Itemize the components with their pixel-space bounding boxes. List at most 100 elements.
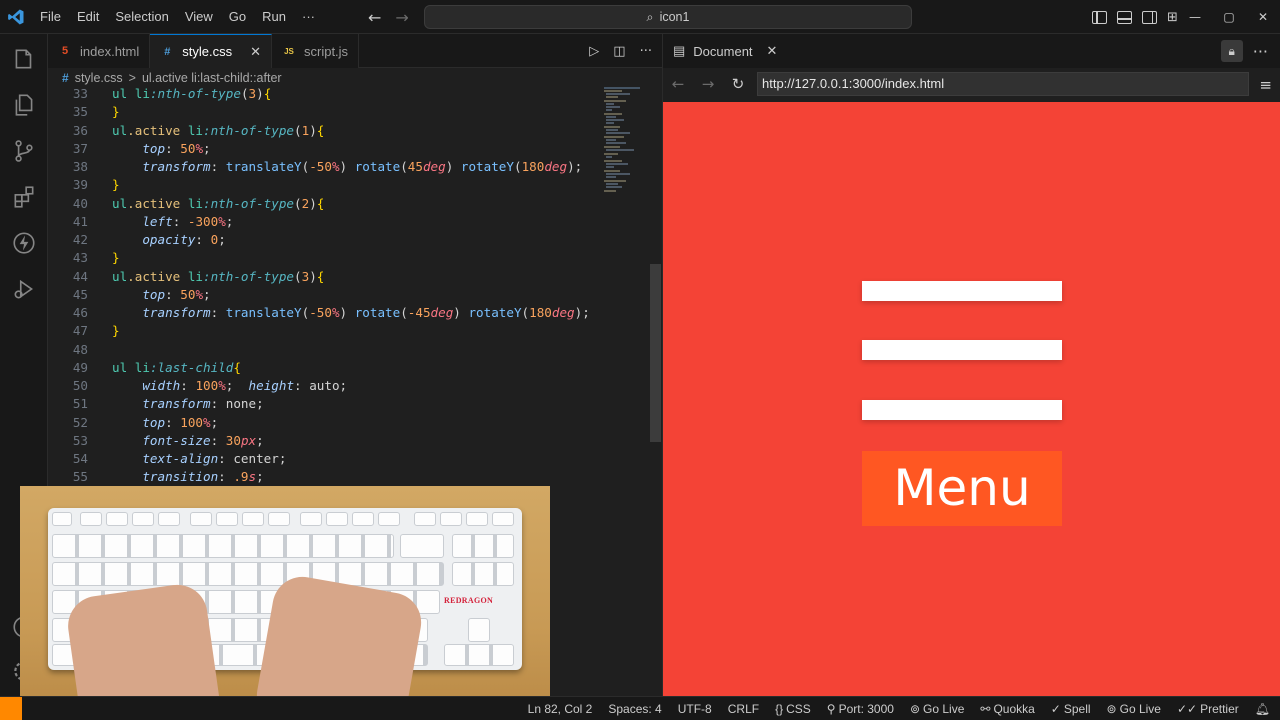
customize-layout-icon[interactable]: ⊞ xyxy=(1167,10,1178,25)
code-line: 46 transform: translateY(-50%) rotate(-4… xyxy=(48,304,600,322)
status-items: Ln 82, Col 2 Spaces: 4 UTF-8 CRLF {} CSS … xyxy=(528,697,1270,720)
remote-indicator[interactable] xyxy=(0,697,22,720)
explorer-files-icon[interactable] xyxy=(0,82,48,128)
prettier-label: Prettier xyxy=(1200,702,1239,716)
menu-more[interactable]: ··· xyxy=(294,0,323,34)
prettier-button[interactable]: ✓✓ Prettier xyxy=(1177,702,1239,716)
code-line: 52 top: 100%; xyxy=(48,414,600,432)
line-number: 50 xyxy=(72,378,88,393)
command-center-text: icon1 xyxy=(659,10,690,24)
back-arrow-icon[interactable]: ← xyxy=(368,8,381,27)
back-arrow-icon[interactable]: ← xyxy=(663,75,693,93)
menu-selection[interactable]: Selection xyxy=(107,0,176,34)
menu-go[interactable]: Go xyxy=(221,0,254,34)
indentation[interactable]: Spaces: 4 xyxy=(608,702,661,716)
key xyxy=(80,512,102,526)
check-icon: ✓ xyxy=(1050,702,1061,716)
toggle-panel-icon[interactable] xyxy=(1117,10,1132,24)
end-of-line[interactable]: CRLF xyxy=(728,702,759,716)
vscode-logo-icon xyxy=(0,0,32,34)
title-bar: File Edit Selection View Go Run ··· ← → … xyxy=(0,0,1280,34)
forward-arrow-icon[interactable]: → xyxy=(693,75,723,93)
menu-edit[interactable]: Edit xyxy=(69,0,107,34)
breadcrumb-file[interactable]: style.css xyxy=(75,71,123,85)
line-number: 38 xyxy=(72,159,88,174)
minimap[interactable] xyxy=(600,85,650,285)
minimize-button[interactable]: — xyxy=(1178,0,1212,34)
thunder-client-icon[interactable] xyxy=(0,220,48,266)
line-number: 35 xyxy=(72,104,88,120)
command-center-search[interactable]: ⌕ icon1 xyxy=(424,5,912,29)
line-number: 36 xyxy=(72,122,88,138)
line-number: 42 xyxy=(72,232,88,247)
line-number: 48 xyxy=(72,341,88,357)
quokka-button[interactable]: ⚯ Quokka xyxy=(980,702,1034,716)
line-number: 44 xyxy=(72,268,88,284)
breadcrumb-symbol[interactable]: ul.active li:last-child::after xyxy=(142,71,282,85)
layout-controls: ⊞ xyxy=(1092,0,1178,34)
tab-label: index.html xyxy=(80,43,140,59)
keyboard-camera-overlay: REDRAGON xyxy=(20,486,550,720)
language-mode[interactable]: {} CSS xyxy=(775,702,811,716)
go-live-button-2[interactable]: ⊚ Go Live xyxy=(1107,702,1161,716)
browser-viewport: Menu xyxy=(663,102,1280,696)
tab-style-css[interactable]: # style.css ✕ xyxy=(150,34,272,68)
run-debug-icon[interactable] xyxy=(0,266,48,312)
code-line: 50 width: 100%; height: auto; xyxy=(48,377,600,395)
code-line: 38 transform: translateY(-50%) rotate(45… xyxy=(48,158,600,176)
browser-tab-document[interactable]: ▤ Document ✕ xyxy=(663,34,787,68)
key xyxy=(300,512,322,526)
close-icon[interactable]: ✕ xyxy=(250,44,261,60)
run-file-icon[interactable]: ▷ xyxy=(589,44,599,59)
line-number: 41 xyxy=(72,213,88,229)
key xyxy=(268,512,290,526)
menu-icon[interactable]: ≡ xyxy=(1259,76,1272,94)
spell-label: Spell xyxy=(1063,702,1091,716)
spell-button[interactable]: ✓ Spell xyxy=(1051,702,1091,716)
explorer-icon[interactable] xyxy=(0,36,48,82)
key xyxy=(242,512,264,526)
quokka-label: Quokka xyxy=(993,702,1035,716)
cursor-position[interactable]: Ln 82, Col 2 xyxy=(528,702,593,716)
line-number: 39 xyxy=(72,177,88,193)
split-editor-icon[interactable]: ◫ xyxy=(613,44,625,59)
extensions-icon[interactable] xyxy=(0,174,48,220)
menu-file[interactable]: File xyxy=(32,0,69,34)
toggle-secondary-sidebar-icon[interactable] xyxy=(1142,10,1157,24)
double-check-icon: ✓✓ xyxy=(1176,702,1198,716)
browser-tab-actions: 🔒︎ ··· xyxy=(1220,40,1268,62)
menu-run[interactable]: Run xyxy=(254,0,294,34)
more-actions-icon[interactable]: ··· xyxy=(640,44,652,59)
encoding[interactable]: UTF-8 xyxy=(678,702,712,716)
toggle-primary-sidebar-icon[interactable] xyxy=(1092,10,1107,24)
url-input[interactable]: http://127.0.0.1:3000/index.html xyxy=(757,72,1249,96)
css-file-icon: # xyxy=(62,71,69,85)
hamburger-bar[interactable] xyxy=(862,340,1062,360)
key-arrow-up xyxy=(468,618,490,642)
maximize-button[interactable]: ▢ xyxy=(1212,0,1246,34)
more-actions-icon[interactable]: ··· xyxy=(1253,42,1268,61)
tab-script-js[interactable]: JS script.js xyxy=(272,34,360,68)
lock-icon[interactable]: 🔒︎ xyxy=(1220,40,1243,62)
reload-icon[interactable]: ↻ xyxy=(723,75,753,93)
notifications-bell-icon[interactable]: 🔔︎ xyxy=(1255,702,1270,716)
hamburger-bar[interactable] xyxy=(862,400,1062,420)
code-line: 42 opacity: 0; xyxy=(48,231,600,249)
go-live-button[interactable]: ⊚ Go Live xyxy=(910,702,964,716)
source-control-icon[interactable] xyxy=(0,128,48,174)
editor-scrollbar-thumb[interactable] xyxy=(650,264,661,442)
menu-view[interactable]: View xyxy=(177,0,221,34)
close-window-button[interactable]: ✕ xyxy=(1246,0,1280,34)
html-file-icon: 5 xyxy=(61,45,69,57)
hamburger-bar[interactable] xyxy=(862,281,1062,301)
key xyxy=(352,512,374,526)
tab-index-html[interactable]: 5 index.html xyxy=(48,34,151,68)
live-server-port[interactable]: ⚲ Port: 3000 xyxy=(827,702,894,716)
menu-label[interactable]: Menu xyxy=(862,451,1062,526)
forward-arrow-icon[interactable]: → xyxy=(395,8,408,27)
history-nav: ← → xyxy=(368,0,409,34)
code-editor[interactable]: 33 ul li:nth-of-type(3){ 35} 36 ul.active … xyxy=(48,85,600,487)
close-icon[interactable]: ✕ xyxy=(767,43,778,59)
code-line: 36 ul.active li:nth-of-type(1){ xyxy=(48,122,600,140)
window-controls: — ▢ ✕ xyxy=(1178,0,1280,34)
